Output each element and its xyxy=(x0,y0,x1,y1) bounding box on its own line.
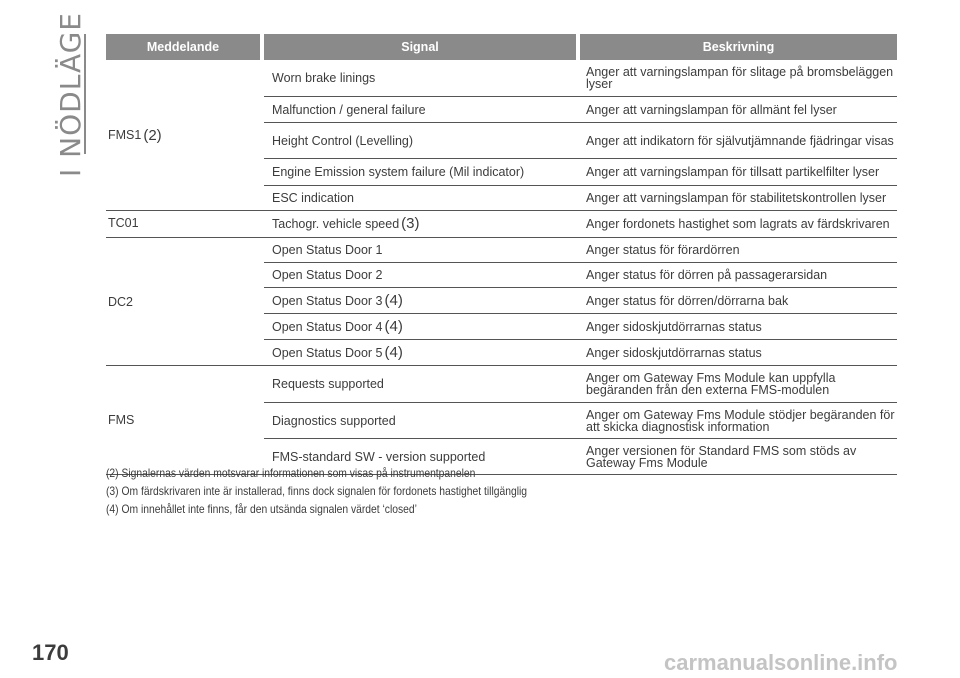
footnote-3: (3) Om färdskrivaren inte är installerad… xyxy=(106,484,528,498)
signal-cell: Open Status Door 3 (4) xyxy=(264,288,580,313)
description-cell: Anger sidoskjutdörrarnas status xyxy=(586,319,762,334)
footnote-ref: (3) xyxy=(401,215,420,232)
table-header: Meddelande Signal Beskrivning xyxy=(106,34,897,60)
table-row: ESC indication Anger att varningslampan … xyxy=(264,186,897,210)
signal-cell: Malfunction / general failure xyxy=(272,102,426,117)
table-group-fms: FMS Requests supported Anger om Gateway … xyxy=(106,366,897,475)
message-code: DC2 xyxy=(108,294,134,309)
description-cell: Anger status för förardörren xyxy=(586,243,740,257)
message-cell: DC2 xyxy=(106,238,264,365)
message-code: FMS1 xyxy=(108,128,142,142)
description-cell: Anger att varningslampan för slitage på … xyxy=(586,65,894,91)
message-code: FMS xyxy=(108,413,135,427)
table-row: Open Status Door 1 Anger status för föra… xyxy=(264,238,897,263)
footnote-ref: (4) xyxy=(384,343,403,361)
message-cell: FMS xyxy=(106,366,264,474)
table-row: Engine Emission system failure (Mil indi… xyxy=(264,159,897,186)
description-cell: Anger status för dörren på passagerarsid… xyxy=(586,268,828,282)
description-cell: Anger att indikatorn för självutjämnande… xyxy=(586,133,894,148)
page-number: 170 xyxy=(32,640,69,665)
signal-cell: Diagnostics supported xyxy=(272,413,396,428)
message-code: TC01 xyxy=(108,216,139,230)
header-message: Meddelande xyxy=(106,34,264,60)
signal-cell: Height Control (Levelling) xyxy=(272,133,414,148)
section-divider xyxy=(84,34,86,154)
signal-cell: Tachogr. vehicle speed (3) xyxy=(264,211,580,237)
watermark: carmanualsonline.info xyxy=(664,650,898,675)
table-row: Open Status Door 4 (4) Anger sidoskjutdör… xyxy=(264,314,897,340)
table-row: Malfunction / general failure Anger att … xyxy=(264,97,897,123)
section-title: I NÖDLÄGE xyxy=(52,12,88,177)
table-row: Worn brake linings Anger att varningslam… xyxy=(264,60,897,97)
signal-cell: Engine Emission system failure (Mil indi… xyxy=(272,165,525,179)
message-cell: FMS1 (2) xyxy=(106,60,264,210)
signal-cell: Open Status Door 1 xyxy=(272,243,383,257)
description-cell: Anger att varningslampan för allmänt fel… xyxy=(586,102,837,117)
signal-text: Open Status Door 3 xyxy=(272,293,383,308)
table-row: Diagnostics supported Anger om Gateway F… xyxy=(264,403,897,439)
footnote-ref: (4) xyxy=(384,291,403,309)
description-cell: Anger om Gateway Fms Module stödjer begä… xyxy=(586,407,895,434)
description-cell: Anger att varningslampan för tillsatt pa… xyxy=(586,165,880,179)
message-cell: TC01 xyxy=(106,211,264,237)
signal-text: Tachogr. vehicle speed xyxy=(272,217,400,231)
signal-cell: Requests supported xyxy=(272,377,384,391)
table-row: Tachogr. vehicle speed (3) Anger fordonet… xyxy=(264,211,897,237)
description-cell: Anger att varningslampan för stabilitets… xyxy=(586,191,887,205)
header-signal: Signal xyxy=(264,34,580,60)
table-row: Height Control (Levelling) Anger att ind… xyxy=(264,123,897,159)
description-cell: Anger sidoskjutdörrarnas status xyxy=(586,345,762,360)
footnote-ref: (2) xyxy=(143,126,162,144)
table-group-tc01: TC01 Tachogr. vehicle speed (3) Anger for… xyxy=(106,211,897,238)
footnote-4: (4) Om innehållet inte finns, får den ut… xyxy=(106,502,417,516)
signal-text: Open Status Door 4 xyxy=(272,319,383,334)
table-row: Open Status Door 5 (4) Anger sidoskjutdör… xyxy=(264,340,897,365)
description-cell: Anger fordonets hastighet som lagrats av… xyxy=(586,217,890,231)
description-cell: Anger om Gateway Fms Module kan uppfylla… xyxy=(586,371,836,397)
table-row: Open Status Door 3 (4) Anger status för d… xyxy=(264,288,897,314)
header-description: Beskrivning xyxy=(702,40,775,54)
signal-table: Meddelande Signal Beskrivning FMS1 (2) Wo… xyxy=(106,34,897,475)
footnotes: (2) Signalernas värden motsvarar informa… xyxy=(106,464,806,518)
table-group-fms1: FMS1 (2) Worn brake linings Anger att var… xyxy=(106,60,897,211)
signal-cell: Worn brake linings xyxy=(272,71,376,85)
signal-text: Open Status Door 5 xyxy=(272,345,383,360)
signal-cell: Open Status Door 5 (4) xyxy=(264,340,580,365)
section-title-text: I NÖDLÄGE xyxy=(53,11,87,177)
footnote-ref: (4) xyxy=(384,317,403,335)
description-cell: Anger status för dörren/dörrarna bak xyxy=(586,293,789,308)
table-row: Open Status Door 2 Anger status för dörr… xyxy=(264,263,897,288)
signal-cell: Open Status Door 4 (4) xyxy=(264,314,580,339)
signal-cell: ESC indication xyxy=(272,191,354,205)
table-group-dc2: DC2 Open Status Door 1 Anger status för … xyxy=(106,238,897,366)
signal-cell: Open Status Door 2 xyxy=(272,268,383,282)
table-row: Requests supported Anger om Gateway Fms … xyxy=(264,366,897,403)
footnote-2: (2) Signalernas värden motsvarar informa… xyxy=(106,466,476,480)
